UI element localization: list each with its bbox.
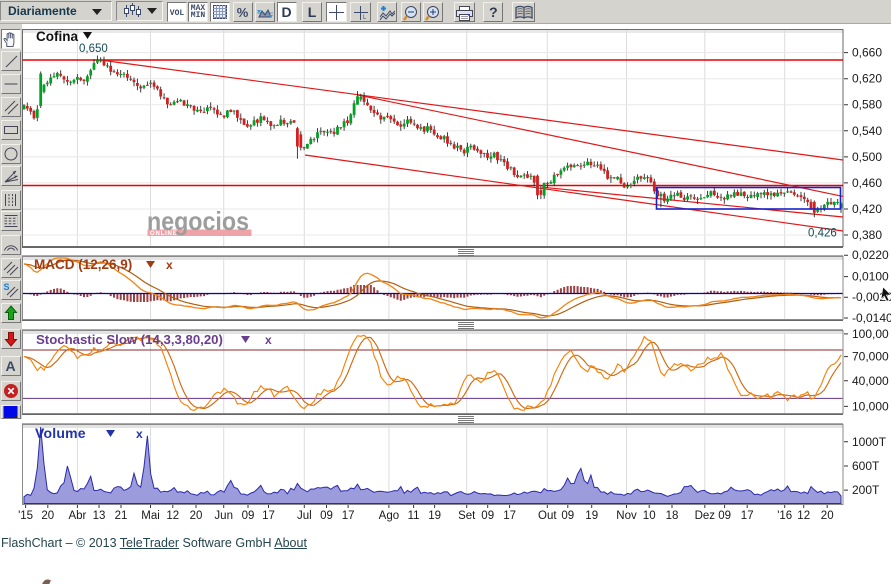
svg-text:0,380: 0,380 (852, 228, 882, 242)
svg-text:20: 20 (41, 510, 54, 522)
svg-text:'15: '15 (18, 510, 33, 522)
svg-text:Set: Set (458, 510, 476, 522)
svg-text:Out: Out (538, 510, 557, 522)
svg-text:12: 12 (166, 510, 179, 522)
svg-text:19: 19 (585, 510, 598, 522)
svg-text:Jul: Jul (297, 510, 312, 522)
svg-text:13: 13 (93, 510, 106, 522)
svg-text:Stochastic Slow (14,3,3,80,20): Stochastic Slow (14,3,3,80,20) (36, 332, 223, 347)
svg-text:x: x (166, 258, 173, 272)
svg-text:Abr: Abr (68, 510, 86, 522)
svg-text:19: 19 (428, 510, 441, 522)
svg-text:'16: '16 (777, 510, 792, 522)
svg-text:12: 12 (797, 510, 810, 522)
svg-text:-0,0140: -0,0140 (852, 311, 891, 325)
svg-text:0,460: 0,460 (852, 176, 882, 190)
svg-text:600T: 600T (852, 459, 880, 473)
svg-text:0,620: 0,620 (852, 72, 882, 86)
svg-text:0,420: 0,420 (852, 202, 882, 216)
svg-text:11: 11 (408, 510, 420, 522)
svg-text:0,540: 0,540 (852, 124, 882, 138)
svg-text:Ago: Ago (379, 510, 399, 522)
svg-text:09: 09 (561, 510, 574, 522)
svg-text:Volume: Volume (35, 425, 86, 441)
svg-text:0,0220: 0,0220 (852, 248, 889, 262)
svg-text:Cofina: Cofina (36, 29, 78, 44)
svg-text:70,000: 70,000 (852, 350, 889, 364)
svg-text:0,650: 0,650 (79, 43, 108, 55)
svg-text:Nov: Nov (616, 510, 637, 522)
svg-text:0,0100: 0,0100 (852, 270, 889, 284)
svg-text:10,000: 10,000 (852, 399, 889, 413)
svg-text:20: 20 (190, 510, 203, 522)
svg-text:x: x (265, 333, 272, 347)
svg-text:S: S (3, 282, 9, 292)
svg-text:L: L (363, 15, 367, 21)
svg-text:Jun: Jun (214, 510, 233, 522)
svg-text:0,500: 0,500 (852, 150, 882, 164)
svg-text:17: 17 (741, 510, 754, 522)
svg-text:20: 20 (821, 510, 834, 522)
svg-text:09: 09 (320, 510, 333, 522)
svg-text:17: 17 (262, 510, 275, 522)
svg-text:x: x (136, 427, 143, 441)
svg-text:17: 17 (342, 510, 355, 522)
svg-text:negocios: negocios (147, 206, 249, 236)
svg-text:Dez: Dez (695, 510, 716, 522)
svg-text:09: 09 (718, 510, 731, 522)
svg-text:100,00: 100,00 (852, 327, 889, 341)
svg-text:40,000: 40,000 (852, 374, 889, 388)
svg-text:200T: 200T (852, 483, 880, 497)
svg-text:21: 21 (115, 510, 128, 522)
svg-text:18: 18 (666, 510, 679, 522)
svg-text:17: 17 (503, 510, 516, 522)
svg-text:09: 09 (481, 510, 494, 522)
svg-text:09: 09 (242, 510, 255, 522)
svg-text:0,660: 0,660 (852, 46, 882, 60)
svg-text:Mai: Mai (141, 510, 160, 522)
svg-text:0,580: 0,580 (852, 98, 882, 112)
svg-text:MACD (12,26,9): MACD (12,26,9) (34, 257, 132, 272)
svg-text:0,426: 0,426 (808, 228, 837, 240)
svg-text:1000T: 1000T (852, 435, 887, 449)
svg-text:10: 10 (643, 510, 656, 522)
